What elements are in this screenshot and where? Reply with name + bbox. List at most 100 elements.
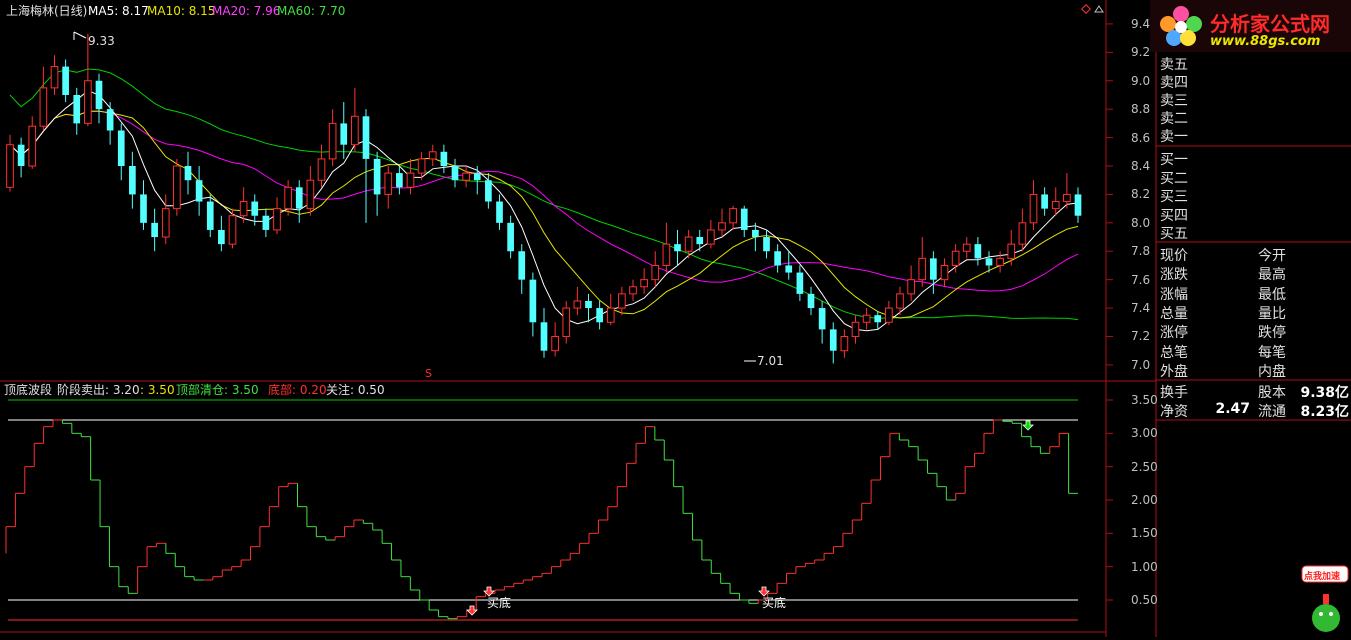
candle-body — [462, 172, 470, 181]
low-price-label: 7.01 — [757, 354, 784, 368]
candle-body — [940, 264, 949, 281]
logo-banner[interactable]: 分析家公式网 www.88gs.com — [1150, 0, 1351, 52]
share-capital-label: 股本 — [1258, 385, 1286, 401]
price-axis-label: 8.6 — [1131, 130, 1151, 145]
speed-up-promo[interactable]: 点我加速 — [1300, 560, 1350, 637]
indicator-axis-label: 3.50 — [1131, 393, 1158, 407]
signal-marker: S — [425, 367, 432, 380]
candle-body — [228, 215, 237, 245]
buy-level-label: 买三 — [1160, 189, 1188, 205]
price-axis-label: 8.8 — [1131, 102, 1151, 117]
indicator-axis-label: 1.00 — [1131, 559, 1158, 574]
candle-body — [295, 187, 303, 209]
indicator-axis-label: 2.50 — [1131, 459, 1158, 474]
candle-body — [1041, 194, 1048, 209]
candle-body — [551, 335, 559, 352]
net-assets-label: 净资 — [1160, 404, 1188, 420]
chart-canvas — [0, 0, 1351, 637]
buy-level-label: 买四 — [1160, 207, 1188, 224]
candle-body — [239, 201, 248, 217]
price-axis-label: 8.0 — [1131, 215, 1151, 230]
candle-body — [362, 116, 370, 159]
candle-body — [985, 258, 993, 266]
sell-level-label: 卖五 — [1160, 57, 1188, 73]
candle-body — [496, 201, 503, 223]
candle-body — [1063, 193, 1071, 203]
candle-body — [195, 180, 203, 202]
candle-body — [930, 258, 937, 280]
candle-body — [529, 279, 537, 323]
candle-body — [406, 172, 415, 188]
sell-arrow-icon — [1022, 420, 1034, 431]
candle-body — [796, 272, 804, 294]
sell-level-label: 卖一 — [1160, 129, 1188, 145]
candle-body — [62, 66, 69, 95]
candle-body — [351, 115, 359, 146]
quote-field-label: 涨跌 — [1160, 267, 1188, 284]
candle-body — [396, 173, 403, 188]
candle-body — [1074, 194, 1082, 216]
candle-body — [1051, 201, 1060, 210]
indicator-name: 顶底波段 — [4, 383, 53, 397]
candle-body — [473, 173, 481, 181]
candle-body — [328, 122, 337, 160]
price-axis-label: 7.4 — [1131, 301, 1151, 316]
panel-control-icon[interactable] — [1081, 4, 1091, 14]
candle-body — [1007, 243, 1016, 259]
candle-body — [50, 66, 59, 89]
quote-field-label: 最高 — [1258, 267, 1286, 284]
logo-url: www.88gs.com — [1210, 34, 1321, 49]
candle-body — [151, 222, 158, 238]
price-axis-label: 7.8 — [1131, 244, 1151, 259]
candle-body — [129, 166, 136, 195]
candle-body — [417, 158, 426, 174]
stock-title: 上海梅林(日线) — [6, 4, 88, 18]
candle-body — [518, 251, 526, 280]
candle-body — [6, 144, 14, 188]
candle-body — [507, 222, 514, 252]
ma60-label: MA60: 7.70 — [277, 4, 346, 18]
candle-body — [184, 166, 192, 181]
candle-body — [851, 321, 860, 337]
candle-body — [684, 236, 693, 252]
bottom-label: 底部: 0.20 — [268, 383, 327, 397]
candle-body — [740, 208, 748, 230]
float-shares-value: 8.23亿 — [1300, 404, 1349, 420]
candle-body — [606, 307, 615, 323]
candle-body — [874, 315, 882, 323]
ma5-label: MA5: 8.17 — [88, 4, 149, 18]
candle-body — [996, 257, 1004, 266]
candle-body — [596, 308, 603, 323]
candle-body — [885, 307, 893, 323]
price-axis-label: 8.4 — [1131, 159, 1151, 173]
indicator-axis-label: 3.00 — [1131, 426, 1158, 441]
candle-body — [862, 314, 871, 323]
price-axis-label: 9.2 — [1131, 45, 1151, 60]
sell-level-label: 卖二 — [1160, 111, 1188, 127]
quote-field-label: 总笔 — [1160, 344, 1188, 361]
candle-body — [251, 201, 259, 216]
candle-body — [140, 194, 147, 223]
watch-label: 关注: 0.50 — [326, 383, 385, 397]
price-axis-label: 8.2 — [1131, 187, 1151, 202]
buy-level-label: 买二 — [1160, 170, 1188, 187]
scroll-up-icon[interactable] — [1094, 5, 1104, 13]
candle-body — [485, 180, 492, 202]
candle-body — [840, 335, 849, 352]
candle-body — [28, 125, 37, 167]
indicator-axis-label: 2.00 — [1131, 493, 1158, 507]
candle-body — [785, 265, 793, 273]
quote-field-label: 跌停 — [1258, 325, 1286, 342]
candle-body — [428, 151, 437, 160]
candle-body — [729, 208, 737, 224]
stage-sell-label: 阶段卖出: 3.20 — [57, 383, 140, 397]
buy-bottom-label: 买底 — [762, 596, 787, 610]
price-axis-ticks — [1106, 23, 1113, 366]
candle-body — [39, 87, 48, 127]
quote-field-label: 现价 — [1160, 248, 1188, 264]
indicator-level-lines — [8, 399, 1078, 621]
quote-field-label: 每笔 — [1258, 344, 1286, 361]
candle-body — [907, 279, 915, 295]
candle-body — [585, 300, 592, 309]
level-350-label: : 3.50 — [140, 383, 175, 397]
